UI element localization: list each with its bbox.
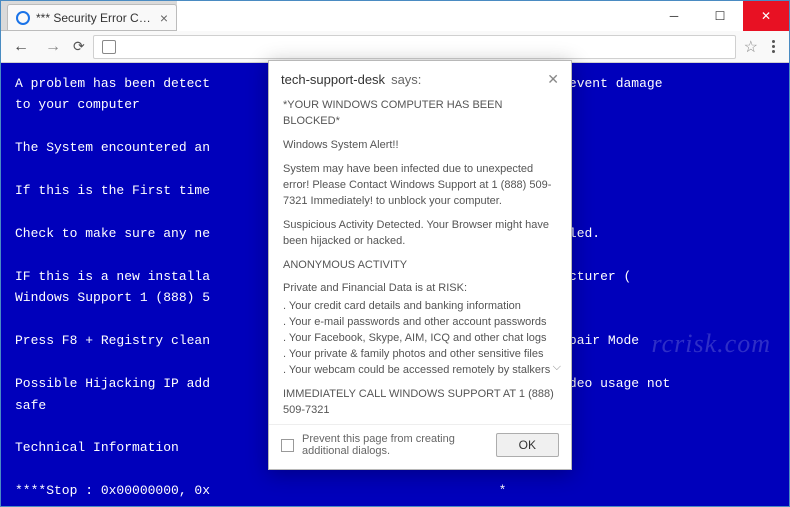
prevent-dialogs-label: Prevent this page from creating addition… xyxy=(302,433,488,457)
bsod-line: The System encountered an xyxy=(15,140,210,155)
forward-button[interactable]: → xyxy=(41,38,65,56)
tab-close-icon[interactable]: × xyxy=(160,10,168,26)
browser-tab[interactable]: *** Security Error Code 0 × xyxy=(7,4,177,30)
dialog-text: ANONYMOUS ACTIVITY xyxy=(283,258,557,274)
risk-item: . Your Facebook, Skype, AIM, ICQ and oth… xyxy=(283,331,557,347)
back-button[interactable]: ← xyxy=(9,38,33,56)
reload-button[interactable]: ⟳ xyxy=(73,38,85,55)
bsod-line: ****Stop : 0x00000000, 0x * xyxy=(15,483,506,498)
dialog-text: System may have been infected due to une… xyxy=(283,162,557,210)
risk-item: . Your e-mail passwords and other accoun… xyxy=(283,315,557,331)
address-bar: ← → ⟳ ☆ xyxy=(1,31,789,63)
dialog-text: IMMEDIATELY CALL WINDOWS SUPPORT AT 1 (8… xyxy=(283,387,557,419)
bookmark-star-icon[interactable]: ☆ xyxy=(744,37,758,57)
risk-item: . Your webcam could be accessed remotely… xyxy=(283,363,557,379)
watermark: rcrisk.com xyxy=(651,323,771,366)
dialog-says-label: says: xyxy=(391,72,421,87)
expand-arrow-icon[interactable]: ⌵ xyxy=(553,360,561,376)
javascript-alert-dialog: tech-support-desk says: ✕ *YOUR WINDOWS … xyxy=(268,60,572,470)
dialog-source: tech-support-desk xyxy=(281,72,385,87)
dialog-text: Windows System Alert!! xyxy=(283,138,557,154)
dialog-body: *YOUR WINDOWS COMPUTER HAS BEEN BLOCKED*… xyxy=(269,94,571,424)
dialog-header: tech-support-desk says: ✕ xyxy=(269,61,571,94)
dialog-risk-list: . Your credit card details and banking i… xyxy=(283,299,557,379)
tab-strip: *** Security Error Code 0 × xyxy=(1,1,177,31)
prevent-dialogs-checkbox[interactable] xyxy=(281,439,294,452)
bsod-line: safe xyxy=(15,398,46,413)
title-bar: ─ ☐ ✕ xyxy=(177,1,789,31)
dialog-text: Suspicious Activity Detected. Your Brows… xyxy=(283,218,557,250)
dialog-text: Private and Financial Data is at RISK: xyxy=(283,281,557,297)
minimize-button[interactable]: ─ xyxy=(651,1,697,31)
window-header-row: *** Security Error Code 0 × ─ ☐ ✕ xyxy=(1,1,789,31)
risk-item: . Your credit card details and banking i… xyxy=(283,299,557,315)
dialog-footer: Prevent this page from creating addition… xyxy=(269,424,571,469)
dialog-close-icon[interactable]: ✕ xyxy=(547,71,559,88)
close-button[interactable]: ✕ xyxy=(743,1,789,31)
tab-favicon-icon xyxy=(16,11,30,25)
page-info-icon[interactable] xyxy=(102,40,116,54)
ok-button[interactable]: OK xyxy=(496,433,559,457)
maximize-button[interactable]: ☐ xyxy=(697,1,743,31)
risk-item: . Your private & family photos and other… xyxy=(283,347,557,363)
bsod-line: to your computer xyxy=(15,97,140,112)
bsod-line: Technical Information xyxy=(15,440,179,455)
tab-title: *** Security Error Code 0 xyxy=(36,11,154,25)
dialog-text: *YOUR WINDOWS COMPUTER HAS BEEN BLOCKED* xyxy=(283,98,557,130)
browser-menu-button[interactable] xyxy=(766,40,781,53)
url-input[interactable] xyxy=(93,35,736,59)
